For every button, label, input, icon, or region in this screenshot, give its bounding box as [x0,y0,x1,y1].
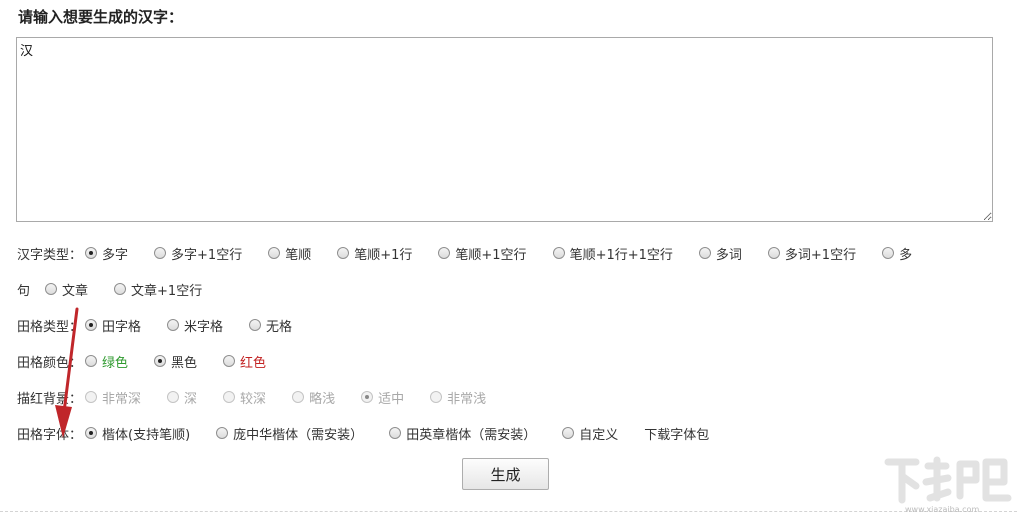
annotation-arrow-icon [55,307,79,438]
watermark-text: www.xiazaiba.com [905,505,980,514]
